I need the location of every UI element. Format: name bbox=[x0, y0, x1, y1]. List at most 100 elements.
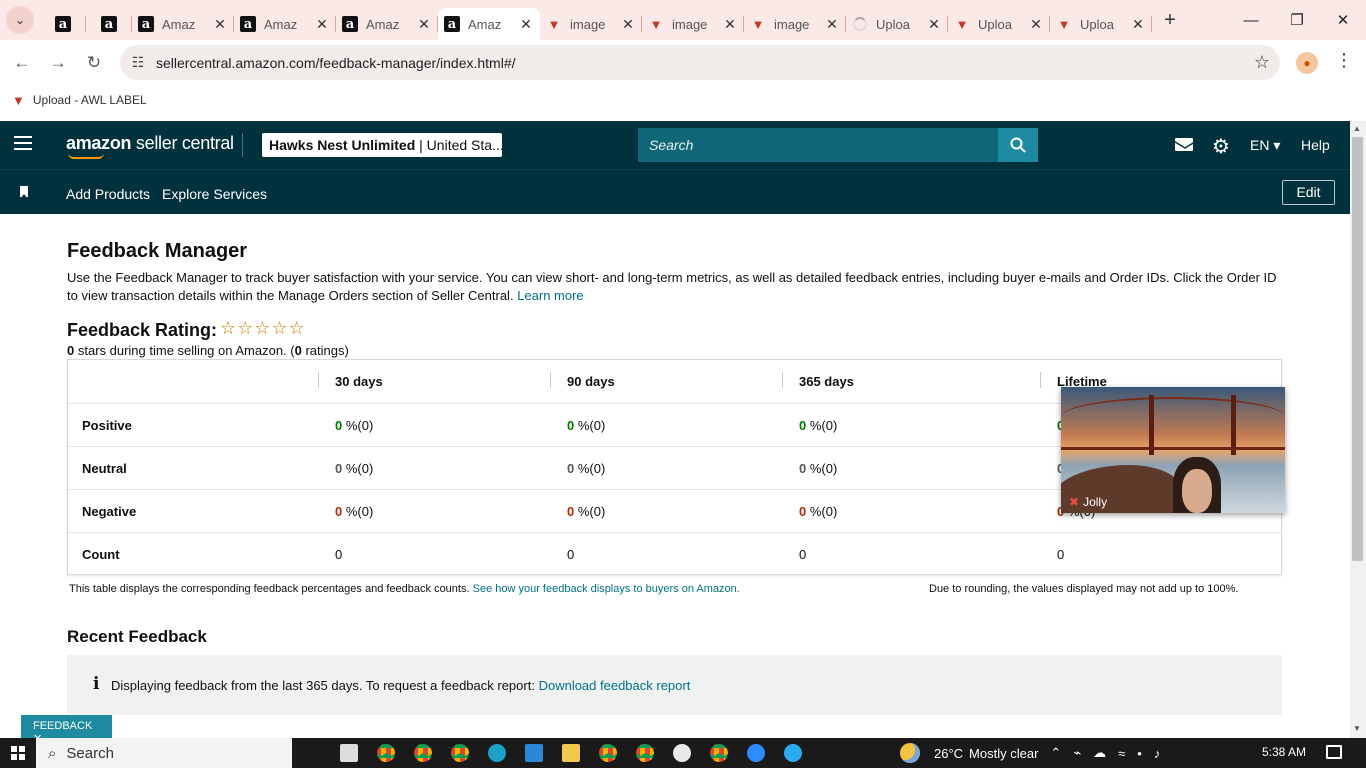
chrome-icon[interactable] bbox=[367, 738, 404, 768]
bookmark-icon[interactable] bbox=[20, 186, 28, 198]
close-tab-icon[interactable]: ✕ bbox=[416, 16, 432, 33]
search-button[interactable] bbox=[998, 128, 1038, 162]
close-tab-icon[interactable]: ✕ bbox=[1028, 16, 1044, 33]
download-feedback-report-link[interactable]: Download feedback report bbox=[539, 678, 691, 693]
weather-temp[interactable]: 26°C bbox=[934, 746, 963, 761]
language-label: EN bbox=[1250, 137, 1270, 153]
browser-tab[interactable]: ▼ image ✕ bbox=[540, 8, 642, 40]
video-call-overlay[interactable]: ✖ Jolly bbox=[1061, 387, 1285, 513]
chevron-up-icon[interactable]: ⌃ bbox=[1050, 745, 1061, 761]
close-tab-icon[interactable]: ✕ bbox=[212, 16, 228, 33]
feedback-tab[interactable]: FEEDBACK ✕ bbox=[21, 715, 112, 745]
seller-central-logo[interactable]: amazon seller central bbox=[66, 133, 234, 154]
browser-tab[interactable]: Uploa ✕ bbox=[846, 8, 948, 40]
chrome-icon[interactable] bbox=[700, 738, 737, 768]
gear-icon[interactable]: ⚙ bbox=[1212, 134, 1230, 159]
rating-count: 0 bbox=[294, 343, 302, 358]
back-arrow-icon[interactable]: ← bbox=[4, 45, 40, 81]
tab-title: Amaz bbox=[366, 16, 400, 32]
restore-icon[interactable]: ❐ bbox=[1274, 0, 1320, 40]
telegram-icon[interactable] bbox=[774, 738, 811, 768]
chrome-icon[interactable] bbox=[589, 738, 626, 768]
volume-icon[interactable]: ♪ bbox=[1154, 746, 1161, 761]
browser-tab[interactable]: a bbox=[86, 8, 132, 40]
address-bar[interactable]: ☷ sellercentral.amazon.com/feedback-mana… bbox=[120, 45, 1280, 80]
network-icon[interactable]: ⌁ bbox=[1073, 745, 1081, 761]
slack-icon[interactable] bbox=[663, 738, 700, 768]
page-scrollbar[interactable]: ▲ ▼ bbox=[1350, 121, 1366, 738]
table-note: This table displays the corresponding fe… bbox=[69, 583, 740, 595]
hamburger-menu-icon[interactable] bbox=[14, 136, 32, 154]
help-link[interactable]: Help bbox=[1301, 137, 1330, 153]
amazon-favicon-icon: a bbox=[444, 16, 460, 32]
weather-text[interactable]: Mostly clear bbox=[969, 746, 1038, 761]
browser-tab[interactable]: a Amaz ✕ bbox=[132, 8, 234, 40]
browser-tab[interactable]: ▼ image ✕ bbox=[642, 8, 744, 40]
clock[interactable]: 5:38 AM bbox=[1262, 745, 1306, 759]
column-separator bbox=[550, 372, 551, 388]
zoom-icon[interactable] bbox=[737, 738, 774, 768]
star-icon: ☆ bbox=[237, 318, 255, 338]
scrollbar-thumb[interactable] bbox=[1352, 137, 1363, 561]
browser-tab[interactable]: a bbox=[40, 8, 86, 40]
edge-icon[interactable] bbox=[478, 738, 515, 768]
scroll-down-arrow-icon[interactable]: ▼ bbox=[1353, 724, 1361, 733]
table-cell: 0 %(0) bbox=[799, 504, 837, 519]
browser-tab[interactable]: ▼ Uploa ✕ bbox=[948, 8, 1050, 40]
wifi-icon[interactable]: ≈ bbox=[1118, 746, 1125, 761]
file-explorer-icon[interactable] bbox=[552, 738, 589, 768]
weather-icon[interactable] bbox=[900, 743, 920, 763]
notifications-icon[interactable] bbox=[1326, 745, 1342, 759]
chrome-icon[interactable] bbox=[441, 738, 478, 768]
site-info-icon[interactable]: ☷ bbox=[120, 54, 156, 71]
edit-nav-button[interactable]: Edit bbox=[1282, 180, 1335, 205]
browser-menu-icon[interactable]: ⋮ bbox=[1334, 50, 1354, 71]
header-search-input[interactable]: Search bbox=[638, 128, 998, 162]
awl-favicon-icon: ▼ bbox=[547, 16, 561, 32]
feedback-display-link[interactable]: See how your feedback displays to buyers… bbox=[473, 583, 740, 595]
windows-start-icon[interactable] bbox=[0, 738, 36, 768]
scroll-up-arrow-icon[interactable]: ▲ bbox=[1353, 124, 1361, 133]
profile-avatar-icon[interactable]: ● bbox=[1296, 52, 1318, 74]
language-selector[interactable]: EN ▾ bbox=[1250, 137, 1280, 154]
chrome-icon[interactable] bbox=[404, 738, 441, 768]
browser-tab[interactable]: a Amaz ✕ bbox=[336, 8, 438, 40]
account-switcher[interactable]: Hawks Nest Unlimited | United Sta... bbox=[262, 133, 502, 157]
browser-tab[interactable]: ▼ image ✕ bbox=[744, 8, 846, 40]
close-tab-icon[interactable]: ✕ bbox=[620, 16, 636, 33]
forward-arrow-icon[interactable]: → bbox=[40, 45, 76, 81]
new-tab-plus-icon[interactable]: + bbox=[1156, 9, 1184, 32]
url-text[interactable]: sellercentral.amazon.com/feedback-manage… bbox=[156, 55, 1244, 71]
close-tab-icon[interactable]: ✕ bbox=[314, 16, 330, 33]
bookmark-upload-awl-label[interactable]: Upload - AWL LABEL bbox=[33, 93, 147, 107]
nav-explore-services[interactable]: Explore Services bbox=[162, 186, 267, 202]
close-window-icon[interactable]: ✕ bbox=[1320, 0, 1366, 40]
search-icon bbox=[1010, 137, 1026, 153]
chrome-icon-glyph bbox=[376, 744, 395, 762]
browser-tab[interactable]: a Amaz ✕ bbox=[234, 8, 336, 40]
nav-add-products[interactable]: Add Products bbox=[66, 186, 150, 202]
chrome-icon[interactable] bbox=[626, 738, 663, 768]
cell-count: %(0) bbox=[342, 504, 374, 519]
task-view-icon[interactable] bbox=[330, 738, 367, 768]
reload-icon[interactable]: ↻ bbox=[76, 45, 112, 81]
close-tab-icon[interactable]: ✕ bbox=[722, 16, 738, 33]
close-tab-icon[interactable]: ✕ bbox=[518, 16, 534, 33]
mic-icon[interactable]: • bbox=[1137, 746, 1142, 761]
cloud-icon[interactable]: ☁ bbox=[1093, 745, 1106, 761]
task-view-icon-glyph bbox=[339, 744, 358, 762]
mail-icon[interactable] bbox=[1175, 138, 1193, 151]
close-tab-icon[interactable]: ✕ bbox=[1130, 16, 1146, 33]
tab-search-dropdown-icon[interactable]: ⌄ bbox=[6, 6, 34, 34]
close-tab-icon[interactable]: ✕ bbox=[926, 16, 942, 33]
close-tab-icon[interactable]: ✕ bbox=[824, 16, 840, 33]
browser-tab[interactable]: a Amaz ✕ bbox=[438, 8, 540, 40]
browser-tab[interactable]: ▼ Uploa ✕ bbox=[1050, 8, 1152, 40]
column-separator bbox=[318, 372, 319, 388]
taskbar-search[interactable]: ⌕ Search bbox=[36, 738, 292, 768]
window-controls: — ❐ ✕ bbox=[1228, 0, 1366, 40]
store-icon[interactable] bbox=[515, 738, 552, 768]
bookmark-star-icon[interactable]: ☆ bbox=[1244, 52, 1280, 73]
learn-more-link[interactable]: Learn more bbox=[517, 288, 583, 303]
minimize-icon[interactable]: — bbox=[1228, 0, 1274, 40]
